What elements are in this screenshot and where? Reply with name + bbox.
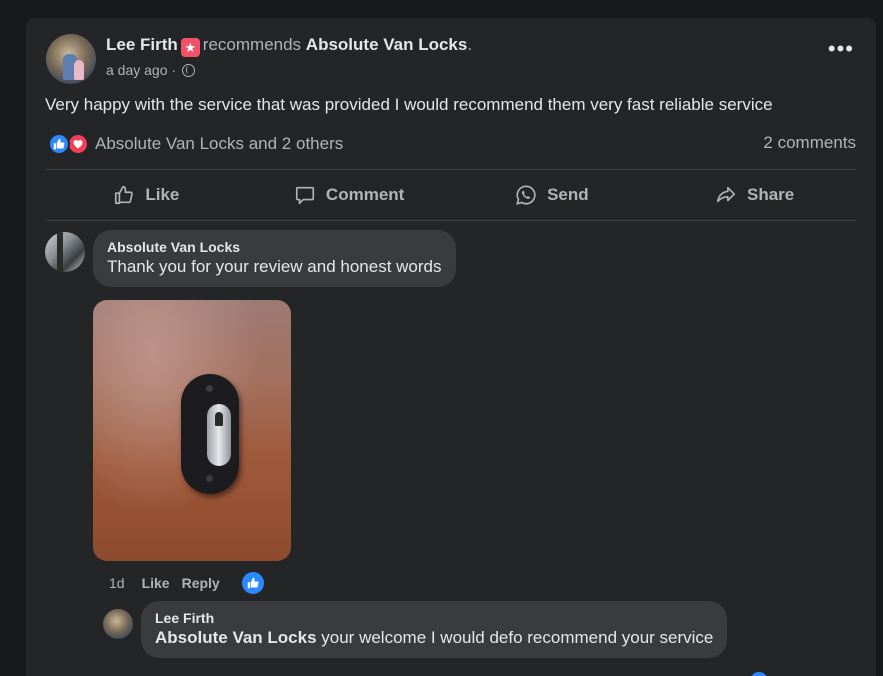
comment-photo[interactable] bbox=[93, 300, 291, 561]
share-arrow-icon bbox=[716, 186, 736, 203]
comment-like-link[interactable]: Like bbox=[142, 575, 170, 591]
reply-mention[interactable]: Absolute Van Locks bbox=[155, 628, 317, 647]
share-button[interactable]: Share bbox=[653, 170, 856, 220]
comment-time[interactable]: 1d bbox=[109, 575, 125, 591]
like-button[interactable]: Like bbox=[45, 170, 248, 220]
author-name[interactable]: Lee Firth bbox=[106, 35, 178, 54]
reply-text: Absolute Van Locks your welcome I would … bbox=[155, 627, 713, 649]
like-label: Like bbox=[145, 185, 180, 204]
globe-icon bbox=[181, 64, 195, 77]
reactions-text[interactable]: Absolute Van Locks and 2 others bbox=[95, 134, 343, 154]
post-header: Lee Firth ★ recommends Absolute Van Locks. bbox=[106, 34, 472, 57]
divider-bottom bbox=[45, 220, 856, 221]
reactions-summary[interactable]: Absolute Van Locks and 2 others bbox=[48, 132, 343, 156]
star-icon: ★ bbox=[180, 38, 200, 57]
commenter-avatar[interactable] bbox=[45, 232, 85, 272]
more-icon[interactable]: ••• bbox=[828, 38, 854, 60]
post-meta: a day ago · bbox=[106, 60, 195, 80]
page-name-link[interactable]: Absolute Van Locks bbox=[306, 35, 468, 54]
recommends-text: recommends bbox=[202, 35, 302, 54]
reply-author[interactable]: Lee Firth bbox=[155, 609, 713, 627]
send-button[interactable]: Send bbox=[451, 170, 654, 220]
reply-body: your welcome I would defo recommend your… bbox=[316, 628, 714, 647]
reply-avatar[interactable] bbox=[103, 609, 133, 639]
meta-separator: · bbox=[171, 62, 177, 78]
post-body: Very happy with the service that was pro… bbox=[45, 95, 773, 114]
action-bar: Like Comment Send Share bbox=[45, 170, 856, 220]
heart-icon bbox=[67, 133, 89, 155]
thumbs-up-icon[interactable] bbox=[241, 572, 264, 594]
comments-count[interactable]: 2 comments bbox=[763, 133, 856, 153]
comment-button[interactable]: Comment bbox=[248, 170, 451, 220]
speech-bubble-icon bbox=[295, 186, 314, 205]
comment-label: Comment bbox=[325, 185, 405, 204]
comment-text: Thank you for your review and honest wor… bbox=[107, 257, 442, 276]
author-avatar[interactable] bbox=[46, 34, 96, 84]
header-period: . bbox=[467, 35, 473, 54]
thumbs-up-icon bbox=[48, 133, 70, 155]
comment-author[interactable]: Absolute Van Locks bbox=[107, 238, 442, 256]
comment-meta: 1d Like Reply bbox=[109, 572, 264, 594]
thumbs-up-icon bbox=[115, 185, 134, 205]
send-label: Send bbox=[547, 185, 589, 204]
post-card: Lee Firth ★ recommends Absolute Van Locks.… bbox=[26, 18, 876, 676]
reply-bubble: Lee Firth Absolute Van Locks your welcom… bbox=[141, 601, 728, 658]
comment-reply-link[interactable]: Reply bbox=[182, 575, 220, 591]
comment-bubble: Absolute Van Locks Thank you for your re… bbox=[93, 230, 456, 287]
whatsapp-icon bbox=[516, 185, 536, 205]
share-label: Share bbox=[747, 185, 795, 204]
post-timestamp[interactable]: a day ago bbox=[106, 62, 168, 78]
reaction-badge[interactable] bbox=[748, 670, 770, 676]
